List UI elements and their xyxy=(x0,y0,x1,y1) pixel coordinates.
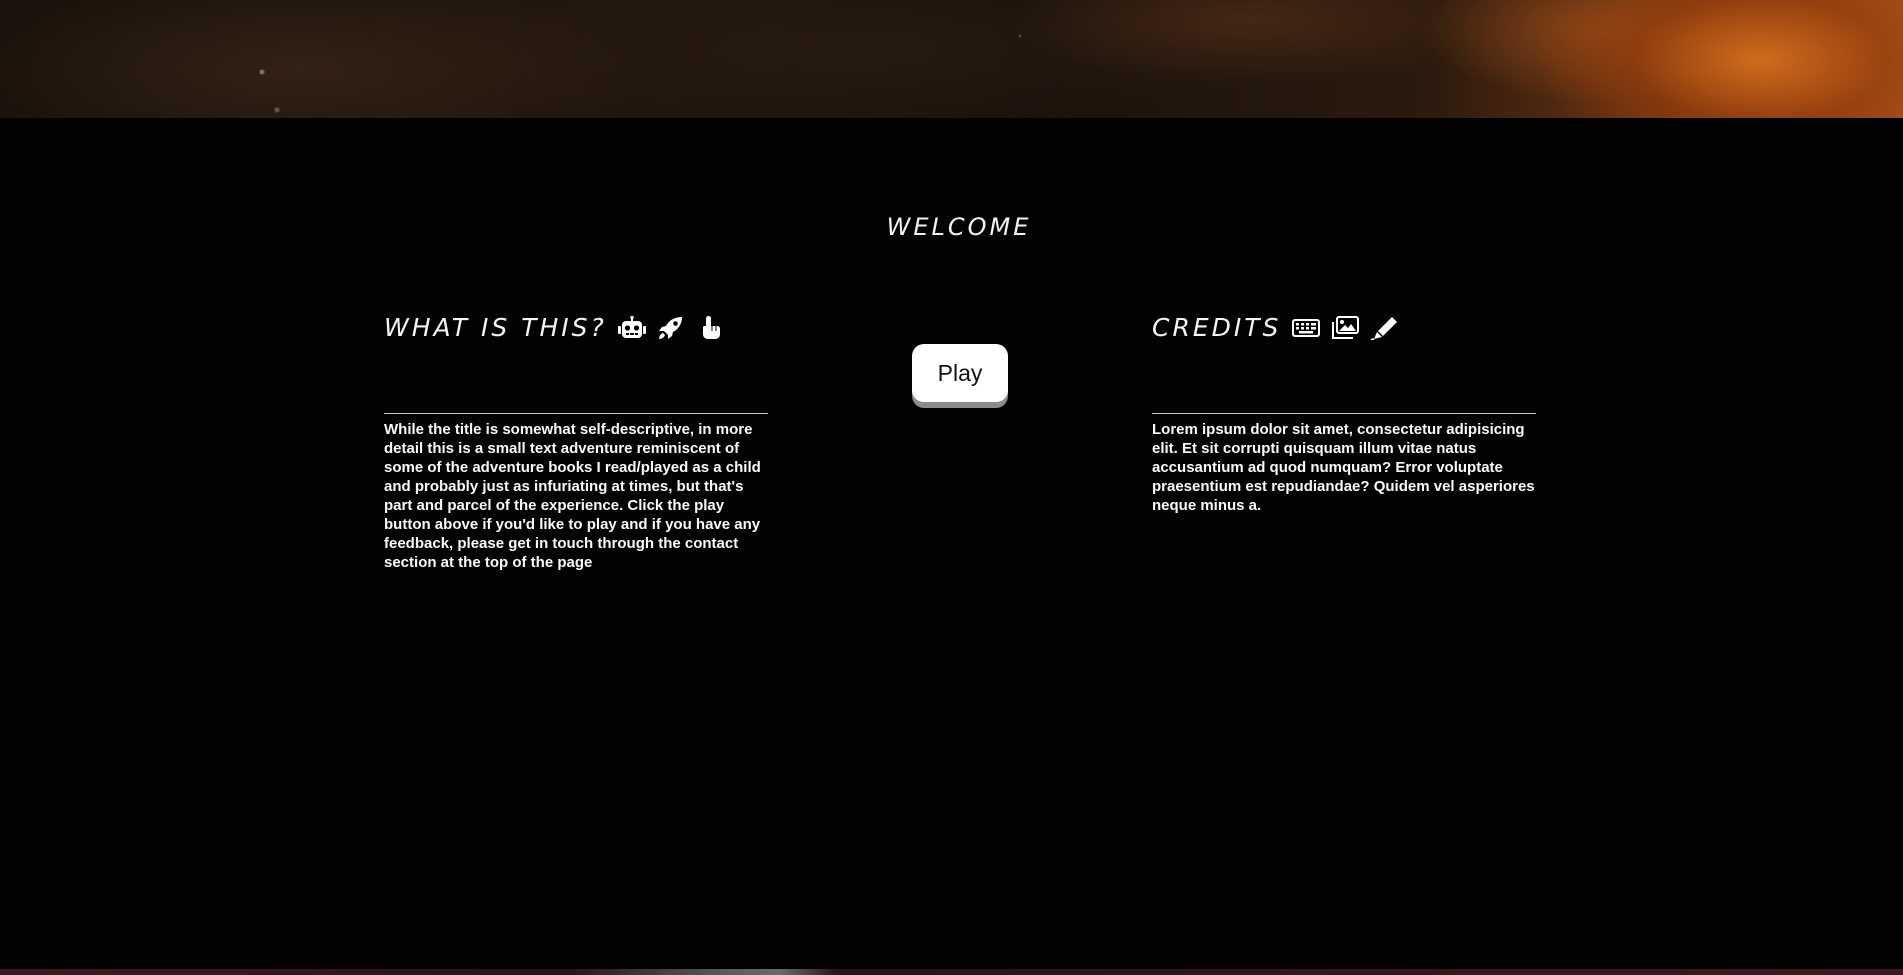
about-heading-icons xyxy=(617,315,724,340)
robot-icon xyxy=(617,315,646,340)
header-banner-image xyxy=(0,0,1903,118)
rocket-icon xyxy=(657,316,685,340)
credits-divider xyxy=(1152,413,1536,414)
about-divider xyxy=(384,413,768,414)
keyboard-icon xyxy=(1292,316,1321,340)
page: WELCOME WHAT IS THIS? While the title is… xyxy=(0,0,1903,975)
page-title: WELCOME xyxy=(886,213,1032,241)
bottom-scrollbar[interactable] xyxy=(0,969,1903,975)
credits-heading-icons xyxy=(1292,315,1398,341)
play-button[interactable]: Play xyxy=(912,344,1008,402)
credits-heading: CREDITS xyxy=(1152,313,1398,342)
about-heading-label: WHAT IS THIS? xyxy=(384,313,607,342)
images-icon xyxy=(1331,315,1360,340)
credits-heading-label: CREDITS xyxy=(1152,313,1282,342)
pen-icon xyxy=(1370,316,1398,341)
credits-text: Lorem ipsum dolor sit amet, consectetur … xyxy=(1152,421,1535,514)
about-text: While the title is somewhat self-descrip… xyxy=(384,421,761,571)
pointing-hand-icon xyxy=(696,315,724,340)
about-heading: WHAT IS THIS? xyxy=(384,313,724,342)
